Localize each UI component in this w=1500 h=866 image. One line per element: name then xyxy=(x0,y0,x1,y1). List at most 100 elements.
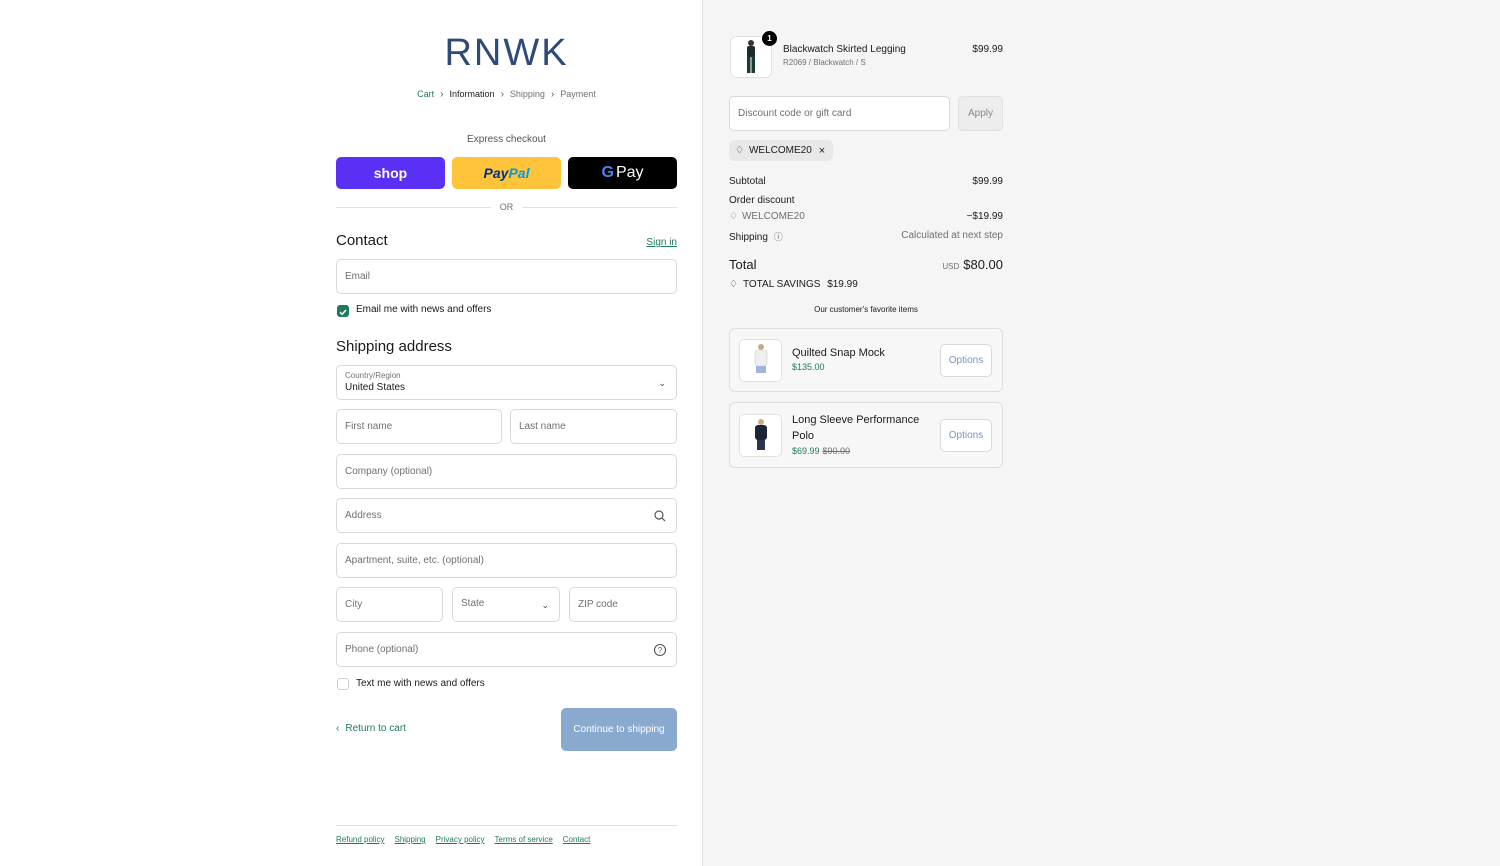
options-button[interactable]: Options xyxy=(940,344,992,377)
tag-icon: ♢ xyxy=(729,211,738,222)
email-news-checkbox[interactable] xyxy=(337,305,349,317)
favorite-item-image xyxy=(739,414,782,457)
total-value: $80.00 xyxy=(963,257,1003,272)
contact-link[interactable]: Contact xyxy=(563,835,591,844)
breadcrumb-payment: Payment xyxy=(560,89,596,99)
help-circle-icon[interactable]: ⓘ xyxy=(774,232,783,242)
shop-pay-label: shop xyxy=(373,165,408,181)
discount-code-input[interactable]: Discount code or gift card xyxy=(729,96,950,131)
address-field[interactable]: Address xyxy=(336,498,677,533)
store-logo[interactable]: RNWK xyxy=(336,32,677,75)
paypal-button[interactable]: Pay Pal xyxy=(452,157,561,189)
text-news-label: Text me with news and offers xyxy=(356,678,485,689)
order-discount-code: WELCOME20 xyxy=(741,211,805,222)
shipping-value: Calculated at next step xyxy=(901,230,1003,241)
favorite-item-price: $135.00 xyxy=(792,362,825,372)
email-placeholder: Email xyxy=(345,271,371,282)
savings-value: $19.99 xyxy=(827,279,858,290)
search-icon xyxy=(654,510,666,522)
state-select[interactable]: State ⌄ xyxy=(452,587,560,622)
city-placeholder: City xyxy=(345,599,363,610)
company-placeholder: Company (optional) xyxy=(345,466,433,477)
paypal-label-pay: Pay xyxy=(483,165,509,181)
chevron-down-icon: ⌄ xyxy=(658,378,666,388)
product-variant: R2069 / Blackwatch / S xyxy=(783,58,866,67)
continue-to-shipping-button[interactable]: Continue to shipping xyxy=(561,708,677,751)
refund-policy-link[interactable]: Refund policy xyxy=(336,835,384,844)
favorite-item-name: Quilted Snap Mock xyxy=(792,347,885,359)
express-checkout-label: Express checkout xyxy=(467,134,546,145)
footer-links: Refund policy Shipping Privacy policy Terms… xyxy=(336,835,600,844)
breadcrumb-shipping: Shipping xyxy=(509,89,545,99)
favorite-item-card: Long Sleeve Performance Polo $69.99 $90.0… xyxy=(729,402,1003,468)
apply-button[interactable]: Apply xyxy=(958,96,1003,131)
google-pay-button[interactable]: G Pay xyxy=(568,157,677,189)
total-currency: USD xyxy=(942,262,960,271)
subtotal-label: Subtotal xyxy=(729,176,766,187)
legging-image-icon xyxy=(747,40,755,73)
first-name-field[interactable]: First name xyxy=(336,409,502,444)
total-label: Total xyxy=(729,257,757,272)
options-button[interactable]: Options xyxy=(940,419,992,452)
city-field[interactable]: City xyxy=(336,587,443,622)
state-placeholder: State xyxy=(461,598,485,609)
favorite-item-image xyxy=(739,339,782,382)
product-name: Blackwatch Skirted Legging xyxy=(783,44,906,55)
favorite-item-price: $69.99 $90.00 xyxy=(792,446,850,456)
favorite-item-sale-price: $69.99 xyxy=(792,446,820,456)
first-name-placeholder: First name xyxy=(345,421,393,432)
last-name-field[interactable]: Last name xyxy=(510,409,677,444)
checkmark-icon xyxy=(339,309,347,316)
footer-divider xyxy=(336,825,677,826)
country-label: Country/Region xyxy=(345,371,401,380)
return-to-cart-link[interactable]: ‹ Return to cart xyxy=(336,723,406,734)
help-circle-icon[interactable]: ? xyxy=(653,643,667,657)
shipping-policy-link[interactable]: Shipping xyxy=(394,835,425,844)
company-field[interactable]: Company (optional) xyxy=(336,454,677,489)
jacket-image-icon xyxy=(754,343,767,373)
apartment-placeholder: Apartment, suite, etc. (optional) xyxy=(345,555,484,566)
phone-field[interactable]: Phone (optional) ? xyxy=(336,632,677,667)
return-to-cart-label: Return to cart xyxy=(345,723,406,734)
product-price: $99.99 xyxy=(972,44,1003,55)
favorite-item-sale-price: $135.00 xyxy=(792,362,825,372)
or-divider: OR xyxy=(336,201,677,213)
privacy-policy-link[interactable]: Privacy policy xyxy=(436,835,485,844)
country-select[interactable]: Country/Region United States ⌄ xyxy=(336,365,677,400)
sign-in-link[interactable]: Sign in xyxy=(620,237,677,248)
shipping-label: Shipping xyxy=(729,232,768,243)
breadcrumb-information: Information xyxy=(449,89,495,99)
discount-placeholder: Discount code or gift card xyxy=(738,108,852,119)
email-field[interactable]: Email xyxy=(336,259,677,294)
last-name-placeholder: Last name xyxy=(519,421,566,432)
terms-of-service-link[interactable]: Terms of service xyxy=(495,835,553,844)
chevron-left-icon: ‹ xyxy=(336,723,340,734)
close-icon[interactable]: × xyxy=(819,145,825,157)
paypal-label-pal: Pal xyxy=(508,165,530,181)
favorite-item-name: Long Sleeve Performance Polo xyxy=(792,414,920,442)
zip-field[interactable]: ZIP code xyxy=(569,587,677,622)
order-discount-code-row: ♢ WELCOME20 xyxy=(729,211,805,222)
divider-line xyxy=(522,207,677,208)
applied-code: WELCOME20 xyxy=(748,145,812,156)
phone-placeholder: Phone (optional) xyxy=(345,644,419,655)
chevron-right-icon: › xyxy=(500,89,504,100)
contact-heading: Contact xyxy=(336,232,388,249)
breadcrumb-cart[interactable]: Cart xyxy=(417,89,434,99)
google-g-icon: G xyxy=(601,164,614,181)
savings-label: TOTAL SAVINGS xyxy=(742,279,821,290)
shop-pay-button[interactable]: shop xyxy=(336,157,445,189)
favorite-item-card: Quilted Snap Mock $135.00 Options xyxy=(729,328,1003,392)
polo-image-icon xyxy=(754,418,767,450)
svg-text:?: ? xyxy=(658,646,663,655)
google-pay-label: Pay xyxy=(615,164,644,181)
apartment-field[interactable]: Apartment, suite, etc. (optional) xyxy=(336,543,677,578)
address-placeholder: Address xyxy=(345,510,382,521)
subtotal-value: $99.99 xyxy=(972,176,1003,187)
chevron-right-icon: › xyxy=(550,89,555,100)
tag-icon: ♢ xyxy=(735,145,744,156)
quantity-badge: 1 xyxy=(762,31,777,46)
total-value-row: USD $80.00 xyxy=(942,257,1003,272)
shipping-address-heading: Shipping address xyxy=(336,338,452,355)
text-news-checkbox[interactable] xyxy=(337,678,349,690)
